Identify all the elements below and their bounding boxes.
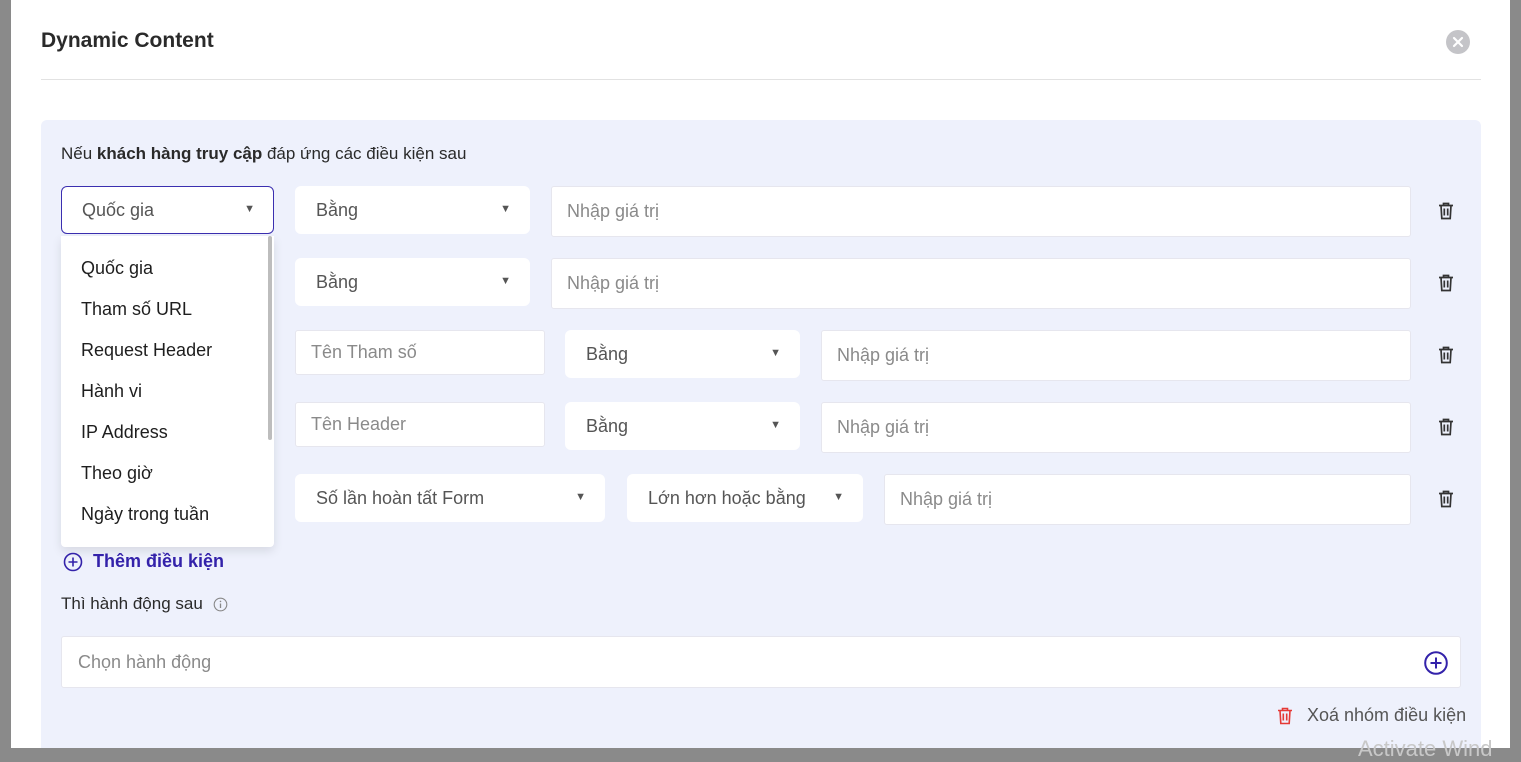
dropdown-option[interactable]: Tham số URL xyxy=(81,299,192,320)
caret-down-icon: ▼ xyxy=(770,419,781,431)
then-action-label: Thì hành động sau xyxy=(61,594,228,614)
plus-circle-icon[interactable] xyxy=(1424,651,1448,675)
add-condition-button[interactable]: Thêm điều kiện xyxy=(63,551,224,572)
delete-group-label: Xoá nhóm điều kiện xyxy=(1307,705,1467,725)
operator-value: Bằng xyxy=(316,199,359,220)
intro-suffix: đáp ứng các điều kiện sau xyxy=(262,144,467,163)
operator-select-1[interactable]: Bằng ▼ xyxy=(295,186,530,234)
operator-value: Bằng xyxy=(586,415,629,436)
caret-down-icon: ▼ xyxy=(833,491,844,503)
behavior-type-value: Số lần hoàn tất Form xyxy=(316,487,485,508)
caret-down-icon: ▼ xyxy=(770,347,781,359)
dropdown-option[interactable]: IP Address xyxy=(81,422,168,443)
plus-circle-icon xyxy=(63,552,83,571)
dropdown-scrollbar[interactable] xyxy=(268,236,272,440)
value-input-3[interactable]: Nhập giá trị xyxy=(821,330,1411,381)
trash-icon[interactable] xyxy=(1438,346,1454,364)
condition-group: Nếu khách hàng truy cập đáp ứng các điều… xyxy=(41,120,1481,748)
value-placeholder: Nhập giá trị xyxy=(567,273,660,293)
value-input-5[interactable]: Nhập giá trị xyxy=(884,474,1411,525)
operator-value: Bằng xyxy=(316,271,359,292)
dropdown-option[interactable]: Quốc gia xyxy=(81,258,153,279)
dropdown-option[interactable]: Request Header xyxy=(81,340,212,361)
value-placeholder: Nhập giá trị xyxy=(900,489,993,509)
trash-icon[interactable] xyxy=(1438,274,1454,292)
dropdown-option[interactable]: Theo giờ xyxy=(81,463,153,484)
close-icon xyxy=(1452,36,1464,48)
caret-down-icon: ▼ xyxy=(244,203,255,215)
trash-icon[interactable] xyxy=(1438,202,1454,220)
value-input-1[interactable]: Nhập giá trị xyxy=(551,186,1411,237)
condition-type-select[interactable]: Quốc gia ▼ xyxy=(61,186,274,234)
add-condition-label: Thêm điều kiện xyxy=(93,551,225,571)
operator-value: Lớn hơn hoặc bằng xyxy=(648,487,806,508)
action-placeholder: Chọn hành động xyxy=(78,651,212,672)
value-placeholder: Nhập giá trị xyxy=(837,345,930,365)
condition-type-dropdown: Quốc gia Tham số URL Request Header Hành… xyxy=(61,236,274,547)
value-input-4[interactable]: Nhập giá trị xyxy=(821,402,1411,453)
trash-icon[interactable] xyxy=(1438,490,1454,508)
operator-select-3[interactable]: Bằng ▼ xyxy=(565,330,800,378)
action-select[interactable]: Chọn hành động xyxy=(61,636,1461,688)
header-placeholder: Tên Header xyxy=(311,414,407,434)
trash-icon[interactable] xyxy=(1438,418,1454,436)
header-divider xyxy=(41,79,1481,80)
dynamic-content-modal: Dynamic Content Nếu khách hàng truy cập … xyxy=(11,0,1510,748)
activation-watermark: Activate Wind xyxy=(1358,736,1493,761)
delete-group-button[interactable]: Xoá nhóm điều kiện xyxy=(1277,705,1466,726)
value-input-2[interactable]: Nhập giá trị xyxy=(551,258,1411,309)
operator-select-2[interactable]: Bằng ▼ xyxy=(295,258,530,306)
dropdown-option[interactable]: Hành vi xyxy=(81,381,142,402)
close-button[interactable] xyxy=(1446,30,1470,54)
info-icon[interactable] xyxy=(213,597,228,612)
condition-type-value: Quốc gia xyxy=(82,199,155,220)
header-name-input[interactable]: Tên Header xyxy=(295,402,545,447)
modal-title: Dynamic Content xyxy=(41,29,214,52)
operator-select-4[interactable]: Bằng ▼ xyxy=(565,402,800,450)
dropdown-option[interactable]: Ngày trong tuần xyxy=(81,504,209,525)
behavior-type-select[interactable]: Số lần hoàn tất Form ▼ xyxy=(295,474,605,522)
param-placeholder: Tên Tham số xyxy=(311,342,417,362)
operator-value: Bằng xyxy=(586,343,629,364)
caret-down-icon: ▼ xyxy=(575,491,586,503)
condition-intro: Nếu khách hàng truy cập đáp ứng các điều… xyxy=(61,144,466,164)
value-placeholder: Nhập giá trị xyxy=(837,417,930,437)
intro-bold: khách hàng truy cập xyxy=(96,144,263,163)
operator-select-5[interactable]: Lớn hơn hoặc bằng ▼ xyxy=(627,474,863,522)
caret-down-icon: ▼ xyxy=(500,275,511,287)
value-placeholder: Nhập giá trị xyxy=(567,201,660,221)
then-label-text: Thì hành động sau xyxy=(61,594,203,613)
caret-down-icon: ▼ xyxy=(500,203,511,215)
intro-prefix: Nếu xyxy=(61,144,97,163)
param-name-input[interactable]: Tên Tham số xyxy=(295,330,545,375)
trash-icon xyxy=(1278,707,1292,724)
